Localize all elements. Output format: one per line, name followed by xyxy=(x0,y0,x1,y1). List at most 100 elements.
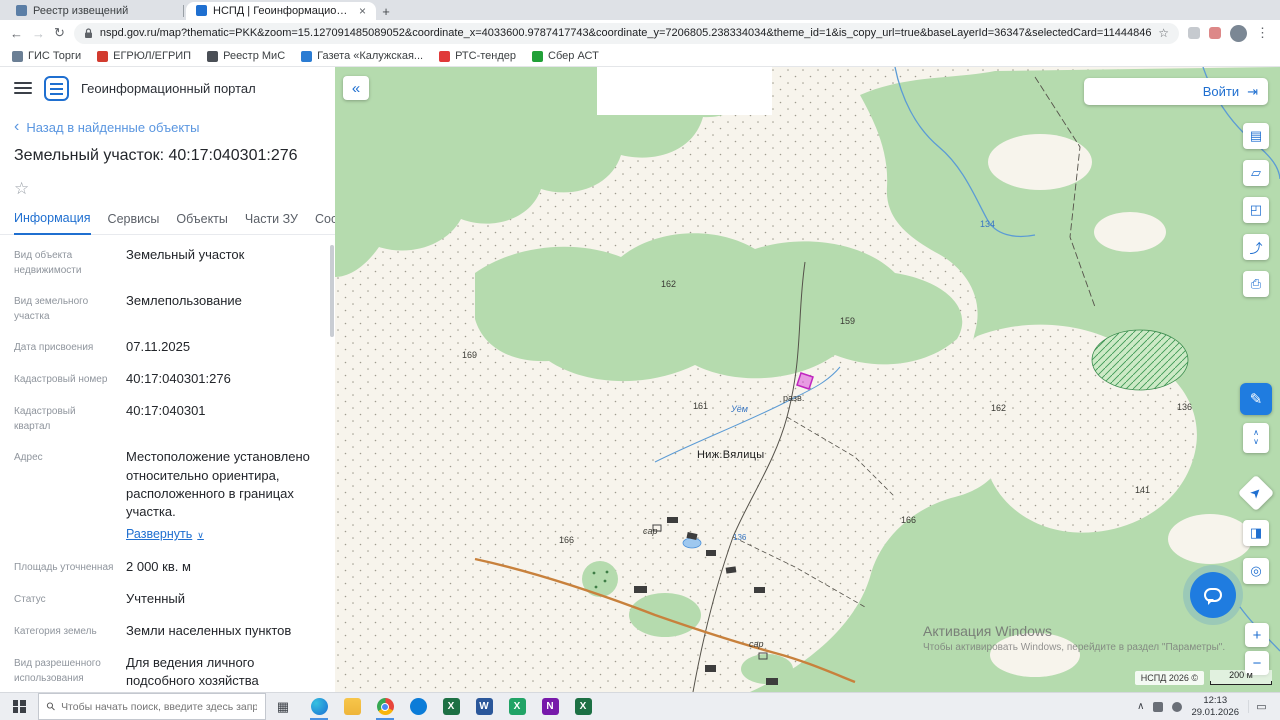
map-white-tile xyxy=(597,67,772,115)
map-scale-bar: 200 м xyxy=(1210,670,1272,685)
taskbar-app-onenote[interactable]: N xyxy=(535,693,565,720)
bookmark-item[interactable]: ЕГРЮЛ/ЕГРИП xyxy=(97,50,191,62)
map-tool-layers-icon[interactable]: ▤ xyxy=(1243,123,1269,149)
scale-line xyxy=(1210,681,1272,685)
app-window: Геоинформационный портал ‹ Назад в найде… xyxy=(0,67,1280,692)
lock-icon xyxy=(84,27,92,38)
notification-center-icon[interactable]: ▭ xyxy=(1248,700,1274,713)
map-tool-draw-active-icon[interactable]: ✎ xyxy=(1240,383,1272,415)
map-tool-print-icon[interactable]: ⎙ xyxy=(1243,271,1269,297)
field-value: Земельный участок xyxy=(126,247,245,262)
taskbar-search-box[interactable]: ⚲ xyxy=(38,693,266,720)
map-canvas[interactable] xyxy=(335,67,1280,692)
bookmark-star-icon[interactable]: ☆ xyxy=(1158,26,1169,40)
profile-avatar[interactable] xyxy=(1230,24,1247,42)
tray-network-icon[interactable] xyxy=(1153,701,1164,712)
field-label: Вид земельного участка xyxy=(14,296,89,322)
nspd-logo[interactable] xyxy=(44,75,69,101)
taskbar-app-excel-2[interactable]: X xyxy=(568,693,598,720)
field-cadastral-number: Кадастровый номер 40:17:040301:276 xyxy=(14,363,321,395)
zoom-in-button[interactable]: + xyxy=(1245,623,1269,647)
extension-icon[interactable] xyxy=(1188,27,1200,39)
ruin-label: разв. xyxy=(783,393,805,403)
address-bar[interactable]: ☆ xyxy=(73,22,1179,44)
url-input[interactable] xyxy=(99,27,1152,39)
watermark-line-1: Активация Windows xyxy=(923,623,1053,639)
reload-icon[interactable]: ↻ xyxy=(54,25,65,41)
taskbar-search-input[interactable] xyxy=(61,700,257,713)
browser-menu-icon[interactable]: ⋮ xyxy=(1256,25,1270,41)
field-value: 40:17:040301 xyxy=(126,403,206,419)
taskbar-app-blue[interactable] xyxy=(403,693,433,720)
bookmark-item[interactable]: Реестр МиС xyxy=(207,50,285,62)
field-permitted-use: Вид разрешенного использования Для веден… xyxy=(14,647,321,692)
field-value: Земли населенных пунктов xyxy=(126,623,292,638)
map-tool-measure-area-icon[interactable]: ◰ xyxy=(1243,197,1269,223)
bookmark-item[interactable]: ГИС Торги xyxy=(12,50,81,62)
taskbar-app-file-explorer[interactable] xyxy=(337,693,367,720)
tab-information[interactable]: Информация xyxy=(14,211,91,235)
tray-volume-icon[interactable] xyxy=(1172,701,1183,712)
browser-url-bar: ← → ↻ ☆ ⋮ xyxy=(0,20,1280,46)
login-button[interactable]: Войти ⇥ xyxy=(1084,78,1268,105)
map-tool-share-icon[interactable]: ⤴ xyxy=(1243,234,1269,260)
tab-services[interactable]: Сервисы xyxy=(108,212,160,234)
expand-address-link[interactable]: Развернуть ∨ xyxy=(126,526,204,544)
map-tool-ruler-icon[interactable]: ▱ xyxy=(1243,160,1269,186)
taskbar-app-edge[interactable] xyxy=(304,693,334,720)
start-button[interactable] xyxy=(0,693,38,720)
chevron-down-icon[interactable]: ∨ xyxy=(1253,437,1259,447)
onenote-icon: N xyxy=(541,698,559,715)
elevation-label: 162 xyxy=(991,403,1007,413)
bookmark-item[interactable]: Сбер АСТ xyxy=(532,50,599,62)
back-to-results-link[interactable]: ‹ Назад в найденные объекты xyxy=(0,109,335,135)
tray-chevron-up-icon[interactable]: ∧ xyxy=(1137,701,1144,712)
tab-composition[interactable]: Соста xyxy=(315,212,335,234)
chat-support-button[interactable] xyxy=(1190,572,1236,618)
chevron-down-icon: ∨ xyxy=(197,529,204,540)
field-value: 40:17:040301:276 xyxy=(126,371,231,387)
menu-hamburger-icon[interactable] xyxy=(14,82,32,94)
back-icon[interactable]: ← xyxy=(10,26,23,41)
taskbar-app-chrome[interactable] xyxy=(370,693,400,720)
field-label: Площадь уточненная xyxy=(14,561,114,573)
tab-objects[interactable]: Объекты xyxy=(176,212,228,234)
extension-icon[interactable] xyxy=(1209,27,1221,39)
new-tab-button[interactable]: + xyxy=(376,2,396,20)
stream-name-label: Уём xyxy=(731,404,748,414)
taskbar-clock[interactable]: 12:13 29.01.2026 xyxy=(1191,695,1239,719)
address-text: Местоположение установлено относительно … xyxy=(126,449,310,519)
field-parcel-type: Вид земельного участка Землепользование xyxy=(14,285,321,331)
bookmark-favicon xyxy=(12,50,23,62)
forward-icon[interactable]: → xyxy=(32,26,45,41)
tab-parcel-parts[interactable]: Части ЗУ xyxy=(245,212,298,234)
login-arrow-icon: ⇥ xyxy=(1247,83,1258,99)
map-tool-panel-icon[interactable]: ◨ xyxy=(1243,520,1269,546)
login-label: Войти xyxy=(1202,84,1240,99)
tab-close-icon[interactable]: × xyxy=(359,4,366,18)
map-tool-scroll-icons[interactable]: ∧ ∨ xyxy=(1243,423,1269,453)
field-label: Кадастровый номер xyxy=(14,374,108,386)
map-attribution: НСПД 2026 © xyxy=(1134,671,1204,685)
collapse-panel-button[interactable]: « xyxy=(343,76,369,100)
taskbar-app-excel[interactable]: X xyxy=(436,693,466,720)
bookmark-item[interactable]: РТС-тендер xyxy=(439,50,516,62)
field-label: Категория земель xyxy=(14,626,97,637)
bookmark-label: РТС-тендер xyxy=(455,50,517,62)
bookmark-favicon xyxy=(207,50,219,62)
taskbar-app-word[interactable]: W xyxy=(469,693,499,720)
bookmark-favicon xyxy=(97,50,109,62)
browser-tab-2-active[interactable]: НСПД | Геоинформационный п × xyxy=(186,2,376,20)
field-label: Адрес xyxy=(14,452,43,464)
elevation-label: 162 xyxy=(661,279,677,289)
map-tool-orientation-icon[interactable]: ◎ xyxy=(1243,558,1269,584)
browser-tab-1[interactable]: Реестр извещений xyxy=(6,2,181,20)
scale-label: 200 м xyxy=(1229,670,1253,680)
bookmark-item[interactable]: Газета «Калужская... xyxy=(301,50,423,62)
bookmark-label: Сбер АСТ xyxy=(548,50,599,62)
favorite-star-icon[interactable]: ☆ xyxy=(0,165,335,199)
taskbar-app-sheets[interactable]: X xyxy=(502,693,532,720)
field-value: 07.11.2025 xyxy=(126,339,191,354)
panel-scrollbar[interactable] xyxy=(330,245,334,337)
task-view-icon[interactable]: ▦ xyxy=(266,693,300,720)
